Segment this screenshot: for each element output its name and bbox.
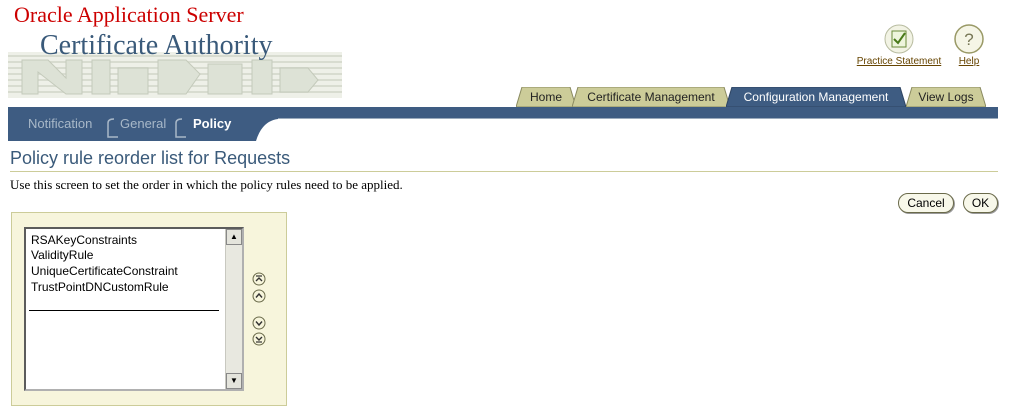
cancel-button[interactable]: Cancel bbox=[898, 193, 954, 213]
policy-rules-listbox[interactable]: RSAKeyConstraints ValidityRule UniqueCer… bbox=[24, 227, 244, 391]
product-name: Oracle Application Server bbox=[14, 2, 244, 27]
sub-navigation: Notification General Policy bbox=[8, 107, 278, 141]
help-link[interactable]: ? Help bbox=[951, 24, 987, 67]
move-to-top-icon[interactable] bbox=[252, 272, 266, 286]
application-name: Certificate Authority bbox=[40, 30, 273, 61]
subtab-notification[interactable]: Notification bbox=[28, 116, 92, 131]
scroll-up-icon[interactable]: ▲ bbox=[226, 229, 242, 245]
tab-configuration-management[interactable]: Configuration Management bbox=[726, 87, 906, 107]
page-title: Policy rule reorder list for Requests bbox=[10, 148, 291, 168]
title-divider bbox=[10, 171, 998, 172]
practice-statement-icon bbox=[884, 24, 914, 54]
move-up-icon[interactable] bbox=[252, 289, 266, 303]
practice-statement-label[interactable]: Practice Statement bbox=[857, 56, 941, 67]
help-icon: ? bbox=[954, 24, 984, 54]
subtab-general[interactable]: General bbox=[120, 116, 166, 131]
help-label[interactable]: Help bbox=[959, 56, 980, 67]
scroll-down-icon[interactable]: ▼ bbox=[226, 373, 242, 389]
list-separator bbox=[29, 310, 219, 311]
tab-view-logs[interactable]: View Logs bbox=[906, 87, 986, 107]
move-to-bottom-icon[interactable] bbox=[252, 332, 266, 346]
ok-button[interactable]: OK bbox=[963, 193, 998, 213]
list-item[interactable]: RSAKeyConstraints bbox=[31, 233, 137, 247]
page-instruction: Use this screen to set the order in whic… bbox=[10, 177, 403, 192]
list-item[interactable]: ValidityRule bbox=[31, 248, 93, 262]
list-item[interactable]: TrustPointDNCustomRule bbox=[31, 280, 169, 294]
tab-certificate-management[interactable]: Certificate Management bbox=[572, 87, 730, 107]
tab-home[interactable]: Home bbox=[516, 87, 576, 107]
subtab-policy[interactable]: Policy bbox=[193, 116, 231, 131]
listbox-scrollbar[interactable]: ▲ ▼ bbox=[225, 229, 242, 389]
svg-text:?: ? bbox=[964, 30, 973, 49]
list-item[interactable]: UniqueCertificateConstraint bbox=[31, 264, 178, 278]
practice-statement-link[interactable]: Practice Statement bbox=[851, 24, 947, 67]
move-down-icon[interactable] bbox=[252, 316, 266, 330]
